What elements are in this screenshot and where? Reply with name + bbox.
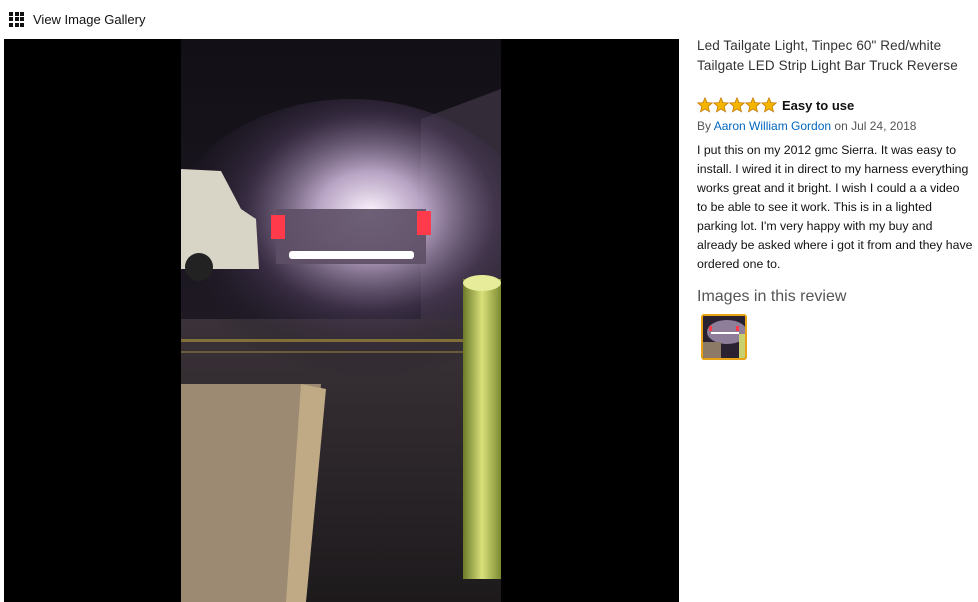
author-link[interactable]: Aaron William Gordon <box>714 119 831 133</box>
review-body: I put this on my 2012 gmc Sierra. It was… <box>697 143 973 271</box>
review-byline: By Aaron William Gordon on Jul 24, 2018 <box>697 117 977 135</box>
star-icon <box>745 97 761 113</box>
star-icon <box>761 97 777 113</box>
review-date: on Jul 24, 2018 <box>831 119 917 133</box>
view-image-gallery-label: View Image Gallery <box>33 11 146 27</box>
byline-prefix: By <box>697 119 714 133</box>
review-panel: Led Tailgate Light, Tinpec 60" Red/white… <box>697 36 977 360</box>
star-icon <box>729 97 745 113</box>
images-in-review-heading: Images in this review <box>697 288 847 305</box>
star-rating <box>697 97 777 113</box>
star-icon <box>697 97 713 113</box>
review-image-thumbnail[interactable] <box>701 314 747 360</box>
top-bar: View Image Gallery <box>0 0 978 38</box>
review-title: Easy to use <box>782 97 855 113</box>
rating-row: Easy to use <box>697 96 977 114</box>
view-image-gallery-link[interactable]: View Image Gallery <box>9 9 145 29</box>
grid-icon <box>9 11 24 27</box>
star-icon <box>713 97 729 113</box>
product-title: Led Tailgate Light, Tinpec 60" Red/white… <box>697 38 958 73</box>
image-viewer[interactable] <box>4 39 679 602</box>
review-photo <box>181 39 501 602</box>
